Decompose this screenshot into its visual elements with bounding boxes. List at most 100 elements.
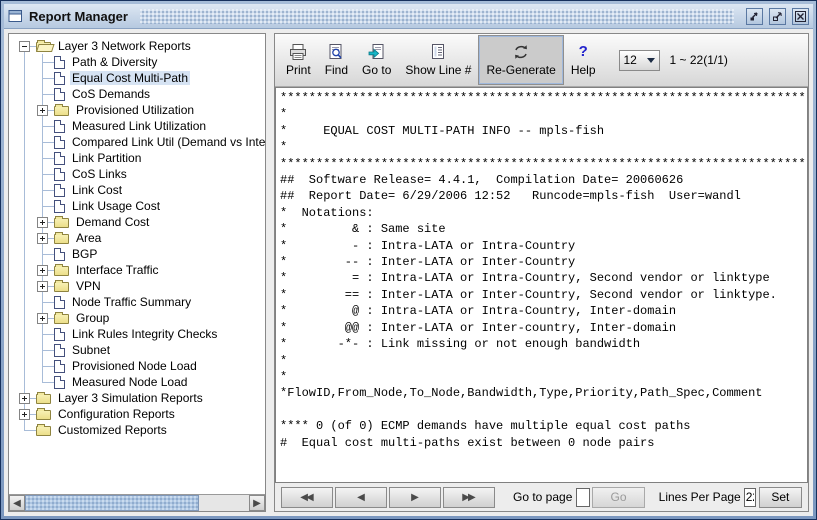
regenerate-label: Re-Generate bbox=[486, 63, 555, 77]
minimize-icon bbox=[748, 10, 761, 23]
expander-icon[interactable] bbox=[37, 281, 48, 292]
last-page-button[interactable]: ▶▶ bbox=[443, 487, 495, 508]
tree-horizontal-scrollbar[interactable]: ◀ ▶ bbox=[9, 494, 265, 511]
previous-page-button[interactable]: ◀ bbox=[335, 487, 387, 508]
report-line: * EQUAL COST MULTI-PATH INFO -- mpls-fis… bbox=[280, 123, 803, 139]
tree-item-label: Configuration Reports bbox=[56, 407, 177, 421]
tree-item[interactable]: Layer 3 Network Reports bbox=[9, 38, 265, 54]
tree-item[interactable]: Demand Cost bbox=[9, 214, 265, 230]
report-tree: Layer 3 Network Reports Path & Diversity… bbox=[9, 38, 265, 438]
first-page-button[interactable]: ◀◀ bbox=[281, 487, 333, 508]
report-line bbox=[280, 402, 803, 418]
tree-item[interactable]: Node Traffic Summary bbox=[9, 294, 265, 310]
scroll-right-button[interactable]: ▶ bbox=[249, 495, 265, 511]
show-line-number-button[interactable]: Show Line # bbox=[398, 37, 478, 83]
tree-item[interactable]: Group bbox=[9, 310, 265, 326]
next-page-button[interactable]: ▶ bbox=[389, 487, 441, 508]
tree-item[interactable]: Interface Traffic bbox=[9, 262, 265, 278]
find-button[interactable]: Find bbox=[318, 37, 355, 83]
tree-node-icon bbox=[54, 248, 65, 261]
find-icon bbox=[327, 43, 345, 61]
tree-item-label: Customized Reports bbox=[56, 423, 169, 437]
tree-item[interactable]: Customized Reports bbox=[9, 422, 265, 438]
tree-item[interactable]: Compared Link Util (Demand vs Interface) bbox=[9, 134, 265, 150]
scrollbar-thumb[interactable] bbox=[25, 495, 199, 511]
go-to-page-input[interactable] bbox=[576, 488, 590, 507]
tree-item-label: CoS Demands bbox=[70, 87, 152, 101]
show-line-label: Show Line # bbox=[405, 63, 471, 77]
tree-item-label: Link Partition bbox=[70, 151, 143, 165]
tree-item-label: Provisioned Utilization bbox=[74, 103, 196, 117]
report-line: *FlowID,From_Node,To_Node,Bandwidth,Type… bbox=[280, 385, 803, 401]
report-line: * == : Inter-LATA or Inter-Country, Seco… bbox=[280, 287, 803, 303]
tree-item-label: Node Traffic Summary bbox=[70, 295, 193, 309]
expander-icon[interactable] bbox=[37, 217, 48, 228]
tree-node-icon bbox=[54, 120, 65, 133]
tree-item[interactable]: Layer 3 Simulation Reports bbox=[9, 390, 265, 406]
expander-icon[interactable] bbox=[37, 105, 48, 116]
tree-item-label: Measured Link Utilization bbox=[70, 119, 208, 133]
scroll-left-icon: ◀ bbox=[13, 498, 21, 509]
tree-item[interactable]: Subnet bbox=[9, 342, 265, 358]
regenerate-button[interactable]: Re-Generate bbox=[478, 35, 563, 85]
tree-item-label: Layer 3 Network Reports bbox=[56, 39, 193, 53]
help-button[interactable]: ? Help bbox=[564, 37, 603, 83]
tree-item[interactable]: Measured Node Load bbox=[9, 374, 265, 390]
expander-icon[interactable] bbox=[19, 41, 30, 52]
tree-item[interactable]: CoS Links bbox=[9, 166, 265, 182]
scroll-left-button[interactable]: ◀ bbox=[9, 495, 25, 511]
tree-item[interactable]: Measured Link Utilization bbox=[9, 118, 265, 134]
page-size-dropdown[interactable]: 12 bbox=[619, 50, 660, 71]
goto-icon bbox=[368, 43, 386, 61]
tree-node-icon bbox=[54, 314, 69, 324]
set-button[interactable]: Set bbox=[759, 487, 802, 508]
tree-item[interactable]: Area bbox=[9, 230, 265, 246]
regenerate-icon bbox=[512, 43, 530, 61]
expander-icon[interactable] bbox=[37, 233, 48, 244]
tree-item-label: Demand Cost bbox=[74, 215, 151, 229]
tree-item[interactable]: BGP bbox=[9, 246, 265, 262]
print-button[interactable]: Print bbox=[279, 37, 318, 83]
expander-icon[interactable] bbox=[19, 409, 30, 420]
tree-item-label: CoS Links bbox=[70, 167, 129, 181]
expander-icon[interactable] bbox=[37, 265, 48, 276]
tree-item[interactable]: Link Rules Integrity Checks bbox=[9, 326, 265, 342]
report-view-panel: Print Find bbox=[274, 33, 809, 512]
window-icon bbox=[8, 9, 23, 23]
tree-node-icon bbox=[54, 360, 65, 373]
report-line: ****************************************… bbox=[280, 156, 803, 172]
tree-node-icon bbox=[54, 266, 69, 276]
tree-item-label: Equal Cost Multi-Path bbox=[70, 71, 190, 85]
tree-item[interactable]: Configuration Reports bbox=[9, 406, 265, 422]
show-line-icon bbox=[429, 43, 447, 61]
expander-icon[interactable] bbox=[37, 313, 48, 324]
report-line: # Equal cost multi-paths exist between 0… bbox=[280, 435, 803, 451]
lines-per-page-input[interactable] bbox=[744, 488, 756, 507]
tree-item[interactable]: Provisioned Utilization bbox=[9, 102, 265, 118]
tree-item[interactable]: VPN bbox=[9, 278, 265, 294]
scrollbar-track[interactable] bbox=[199, 495, 249, 511]
restore-button[interactable] bbox=[769, 8, 786, 25]
tree-item[interactable]: Equal Cost Multi-Path bbox=[9, 70, 265, 86]
tree-item[interactable]: Link Partition bbox=[9, 150, 265, 166]
expander-icon[interactable] bbox=[19, 393, 30, 404]
tree-item[interactable]: Provisioned Node Load bbox=[9, 358, 265, 374]
tree-node-icon bbox=[54, 328, 65, 341]
tree-item[interactable]: Path & Diversity bbox=[9, 54, 265, 70]
tree-item[interactable]: Link Cost bbox=[9, 182, 265, 198]
tree-item-label: Group bbox=[74, 311, 111, 325]
go-button[interactable]: Go bbox=[592, 487, 644, 508]
tree-item[interactable]: Link Usage Cost bbox=[9, 198, 265, 214]
title-bar[interactable]: Report Manager bbox=[4, 4, 813, 29]
tree-item[interactable]: CoS Demands bbox=[9, 86, 265, 102]
minimize-button[interactable] bbox=[746, 8, 763, 25]
report-line: ## Software Release= 4.4.1, Compilation … bbox=[280, 172, 803, 188]
close-button[interactable] bbox=[792, 8, 809, 25]
panel-splitter[interactable] bbox=[266, 33, 274, 512]
next-page-icon: ▶ bbox=[411, 492, 419, 503]
report-text-area[interactable]: ****************************************… bbox=[275, 87, 808, 483]
tree-scroll-area[interactable]: Layer 3 Network Reports Path & Diversity… bbox=[9, 34, 265, 494]
goto-button[interactable]: Go to bbox=[355, 37, 398, 83]
tree-item-label: BGP bbox=[70, 247, 99, 261]
window-title: Report Manager bbox=[29, 9, 128, 24]
